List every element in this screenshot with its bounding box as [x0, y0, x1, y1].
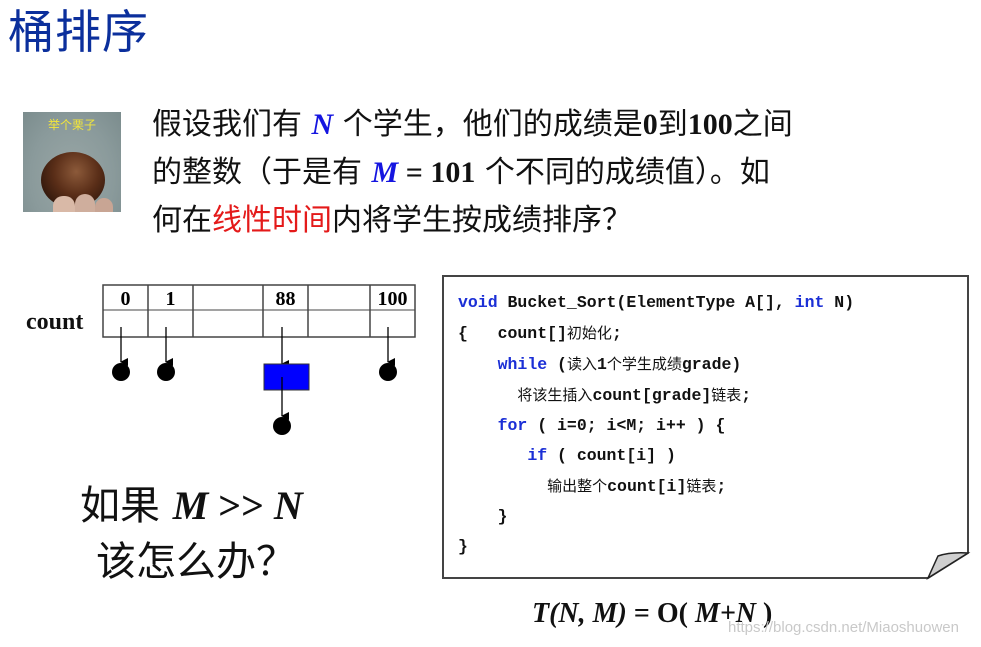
question-line-2: 该怎么办？: [96, 539, 296, 585]
code-token: }: [458, 507, 508, 526]
code-line: }: [458, 502, 854, 532]
code-token: Bucket_Sort(ElementType A[],: [497, 293, 795, 312]
code-line: void Bucket_Sort(ElementType A[], int N): [458, 288, 854, 318]
text: = O(: [626, 598, 695, 629]
var-n: N: [273, 483, 303, 528]
code-token: 链表: [686, 477, 717, 495]
code-token: 链表: [711, 386, 742, 404]
code-token: grade): [681, 355, 742, 374]
code-token: ;: [716, 477, 727, 496]
code-token: count[grade]: [592, 386, 712, 405]
code-token: 初始化: [566, 324, 612, 342]
code-token: 读入: [566, 355, 597, 373]
code-token: (: [547, 355, 567, 374]
code-line: if ( count[i] ): [458, 441, 854, 471]
question-line-1: 如果 M >> N: [80, 478, 303, 534]
code-line: 输出整个count[i]链表;: [458, 471, 854, 502]
code-keyword: void: [458, 293, 498, 312]
code-token: 将该生插入: [517, 386, 593, 404]
code-token: ( i=0; i<M; i++ ) {: [527, 416, 726, 435]
code-keyword: if: [527, 446, 548, 465]
code-block: void Bucket_Sort(ElementType A[], int N)…: [458, 288, 854, 562]
code-token: ;: [741, 386, 752, 405]
code-token: N): [824, 293, 855, 312]
code-keyword: int: [794, 293, 825, 312]
text: 如果: [80, 483, 173, 529]
text: T: [532, 598, 550, 629]
code-line: for ( i=0; i<M; i++ ) {: [458, 411, 854, 441]
code-line: }: [458, 532, 854, 562]
question: 如果 M >> N 该怎么办？: [80, 478, 303, 590]
code-line: while (读入1个学生成绩grade): [458, 349, 854, 380]
text: (N, M): [549, 598, 627, 629]
code-line: { count[]初始化;: [458, 318, 854, 349]
code-token: 个学生成绩: [606, 355, 682, 373]
code-keyword: for: [497, 416, 528, 435]
code-keyword: while: [497, 355, 548, 374]
var-m: M: [172, 483, 209, 528]
code-token: count[i]: [607, 477, 687, 496]
operator: >>: [208, 483, 274, 528]
code-token: 输出整个: [547, 477, 608, 495]
code-token: 1: [596, 355, 607, 374]
code-token: ;: [611, 324, 622, 343]
watermark: https://blog.csdn.net/Miaoshuowen: [728, 619, 959, 636]
code-token: }: [458, 537, 468, 556]
code-token: ( count[i] ): [547, 446, 676, 465]
code-line: 将该生插入count[grade]链表;: [458, 380, 854, 411]
code-token: { count[]: [458, 324, 567, 343]
